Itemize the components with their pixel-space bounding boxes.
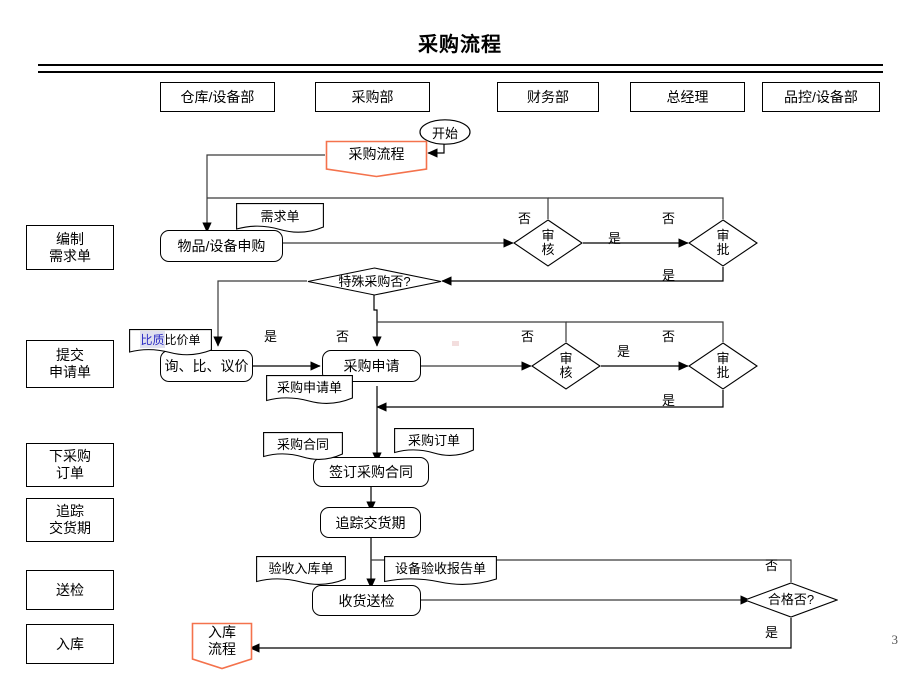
branch-label-review2-no: 否 xyxy=(521,329,535,344)
document-purchase-order: 采购订单 xyxy=(394,428,474,458)
branch-label-special-yes: 是 xyxy=(264,329,278,344)
document-label: 需求单 xyxy=(260,208,300,224)
process-label: 询、比、议价 xyxy=(164,358,249,374)
document-label-highlighted: 比质 xyxy=(140,331,165,348)
document-label: 验收入库单 xyxy=(268,561,334,576)
branch-label-review2-yes: 是 xyxy=(617,344,631,359)
banner-end-label-line2: 流程 xyxy=(208,640,236,657)
decision-qualified: 合格否? xyxy=(744,582,838,618)
decision-special-purchase: 特殊采购否? xyxy=(307,267,442,296)
decision-review-2: 审 核 xyxy=(531,342,601,390)
process-label: 采购申请 xyxy=(343,358,400,374)
process-receive-inspect: 收货送检 xyxy=(312,585,421,616)
document-receipt-form: 验收入库单 xyxy=(256,556,346,587)
document-label: 设备验收报告单 xyxy=(394,561,486,576)
document-label: 采购合同 xyxy=(276,436,329,452)
process-label: 收货送检 xyxy=(338,592,395,609)
branch-label-approve2-yes: 是 xyxy=(662,393,676,408)
branch-label-qualified-no: 否 xyxy=(765,558,779,573)
decision-approve-2: 审 批 xyxy=(688,342,758,390)
document-label: 采购订单 xyxy=(407,432,460,448)
decision-label-line1: 审 xyxy=(716,351,730,367)
decision-label-line2: 核 xyxy=(541,242,555,257)
process-label: 物品/设备申购 xyxy=(177,238,266,254)
decision-label-line1: 审 xyxy=(716,228,730,244)
document-demand-form: 需求单 xyxy=(236,203,324,235)
decision-label-line1: 特殊采购否? xyxy=(338,273,411,289)
decision-approve-1: 审 批 xyxy=(688,219,758,267)
start-terminator-label: 开始 xyxy=(431,125,458,141)
banner-start-process: 采购流程 xyxy=(325,140,428,178)
decision-label-line1: 审 xyxy=(559,351,573,367)
process-label: 签订采购合同 xyxy=(329,464,413,480)
document-equipment-acceptance-report: 设备验收报告单 xyxy=(384,556,497,587)
branch-label-approve1-yes: 是 xyxy=(662,268,676,283)
branch-label-review1-yes: 是 xyxy=(608,231,622,246)
branch-label-approve1-no: 否 xyxy=(662,211,676,226)
decision-label-line2: 批 xyxy=(716,242,730,257)
document-label-rest: 比价单 xyxy=(164,333,201,347)
flowchart-canvas: 采购流程 仓库/设备部 采购部 财务部 总经理 品控/设备部 编制 需求单 提交… xyxy=(0,0,920,690)
document-price-comparison: 比质 比价单 xyxy=(129,329,212,357)
decision-label-line1: 审 xyxy=(541,228,555,244)
document-purchase-contract: 采购合同 xyxy=(263,432,343,462)
banner-end-process: 入库 流程 xyxy=(191,622,253,670)
document-purchase-request-form: 采购申请单 xyxy=(266,375,353,406)
document-label: 采购申请单 xyxy=(276,380,342,395)
process-track-delivery: 追踪交货期 xyxy=(320,507,421,538)
branch-label-special-no: 否 xyxy=(336,329,350,344)
branch-label-review1-no: 否 xyxy=(518,211,532,226)
banner-start-label: 采购流程 xyxy=(348,146,405,163)
decision-label-line1: 合格否? xyxy=(767,592,815,608)
decision-label-line2: 核 xyxy=(559,365,573,380)
branch-label-qualified-yes: 是 xyxy=(765,625,779,640)
process-label: 追踪交货期 xyxy=(335,514,406,531)
banner-end-label-line1: 入库 xyxy=(208,624,236,641)
decision-label-line2: 批 xyxy=(716,365,730,380)
branch-label-approve2-no: 否 xyxy=(662,329,676,344)
